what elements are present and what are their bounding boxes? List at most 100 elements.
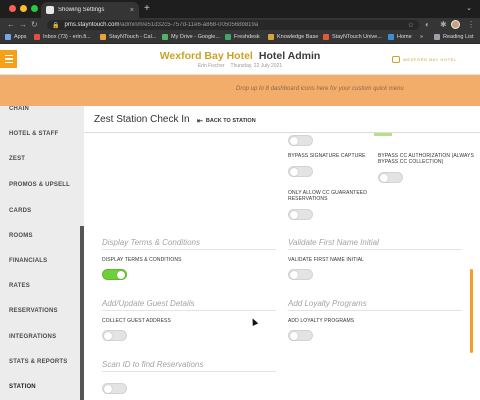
bookmark-university[interactable]: StayNTouch Unive... — [323, 34, 382, 40]
forward-arrow-icon[interactable]: → — [19, 20, 27, 29]
toggle-partial-green — [374, 133, 392, 136]
toggle-knob — [290, 211, 298, 219]
bookmark-apps[interactable]: Apps — [5, 34, 27, 40]
section-guest-details: Add/Update Guest Details — [102, 299, 195, 308]
bookmark-freshdesk[interactable]: Freshdesk — [225, 34, 260, 40]
back-arrow-icon[interactable]: ← — [7, 20, 15, 29]
new-tab-button[interactable]: + — [144, 3, 150, 14]
tab-search-icon[interactable]: ⌄ — [466, 4, 472, 12]
toggle-knob — [104, 332, 112, 340]
logo-text: WEXFORD BAY HOTEL — [403, 57, 457, 62]
user-name: Erin Fischer — [197, 63, 225, 69]
sidebar-item-rates[interactable]: RATES — [0, 283, 80, 289]
browser-tab[interactable]: Showing Settings × — [41, 2, 139, 18]
page-title: Zest Station Check In — [94, 114, 190, 125]
extension-icon[interactable]: ◐ — [425, 20, 430, 29]
bypass-signature-label: BYPASS SIGNATURE CAPTURE — [288, 153, 366, 159]
display-terms-toggle[interactable] — [102, 269, 127, 280]
dropzone-hint: Drop up to 8 dashboard icons here for yo… — [236, 86, 404, 92]
validate-first-name-toggle[interactable] — [288, 269, 313, 280]
header-subtitle: Erin Fischer Thursday, 22 July 2021 — [0, 63, 480, 69]
display-terms-label: DISPLAY TERMS & CONDITIONS — [102, 257, 182, 263]
toggle-knob — [290, 137, 298, 145]
validate-first-name-label: VALIDATE FIRST NAME INITIAL — [288, 257, 365, 263]
sidebar-item-hotel-staff[interactable]: HOTEL & STAFF — [0, 131, 80, 137]
tab-close-icon[interactable]: × — [130, 7, 134, 14]
lock-icon: 🔒 — [52, 22, 60, 29]
sidebar-item-station[interactable]: STATION — [0, 384, 80, 390]
url-path: /admin/h/e51d32c5-757d-11e6-a868-0050568… — [119, 22, 259, 28]
calendar-icon — [100, 34, 106, 40]
section-divider — [102, 310, 276, 311]
scan-id-toggle[interactable] — [102, 383, 127, 394]
hotel-logo: WEXFORD BAY HOTEL — [392, 56, 457, 63]
business-date: Thursday, 22 July 2021 — [230, 63, 283, 69]
only-allow-cc-label: ONLY ALLOW CC GUARANTEED RESERVATIONS — [288, 190, 367, 202]
profile-avatar[interactable] — [451, 20, 460, 29]
sidebar-item-cards[interactable]: CARDS — [0, 208, 80, 214]
extensions-puzzle-icon[interactable]: ✱ — [440, 20, 447, 29]
only-allow-cc-toggle[interactable] — [288, 209, 313, 220]
tab-title: Showing Settings — [58, 7, 105, 13]
window-zoom-button[interactable] — [31, 5, 38, 12]
bookmarks-overflow-icon[interactable]: » — [420, 34, 423, 40]
section-divider — [288, 310, 462, 311]
sidebar-item-stats-reports[interactable]: STATS & REPORTS — [0, 359, 80, 365]
bookmark-knowledge-base[interactable]: Knowledge Base — [268, 34, 318, 40]
sidebar-item-reservations[interactable]: RESERVATIONS — [0, 308, 80, 314]
main-scrollbar[interactable] — [470, 269, 473, 353]
hotel-name: Wexford Bay Hotel — [159, 50, 253, 62]
browser-menu-icon[interactable]: ⋮ — [467, 20, 475, 29]
bookmarks-bar: Apps Inbox (73) - erin.fi... StayNTouch … — [0, 32, 480, 44]
tab-favicon-icon — [46, 6, 54, 14]
back-to-station-link[interactable]: ⇤ BACK TO STATION — [197, 117, 256, 125]
bypass-signature-toggle[interactable] — [288, 166, 313, 177]
collect-guest-address-label: COLLECT GUEST ADDRESS — [102, 318, 171, 324]
toggle-knob — [290, 168, 298, 176]
apps-grid-icon — [5, 34, 11, 40]
toggle-knob — [104, 385, 112, 393]
main-panel: Zest Station Check In ⇤ BACK TO STATION … — [84, 106, 480, 400]
url-bar[interactable]: 🔒 pms.stayntouch.com /admin/h/e51d32c5-7… — [47, 20, 419, 30]
bookmark-inbox[interactable]: Inbox (73) - erin.fi... — [34, 34, 91, 40]
add-loyalty-programs-label: ADD LOYALTY PROGRAMS — [288, 318, 355, 324]
bypass-cc-auth-toggle[interactable] — [378, 172, 403, 183]
window-minimize-button[interactable] — [20, 5, 27, 12]
hotel-crest-icon — [392, 56, 400, 63]
reload-icon[interactable]: ↻ — [31, 20, 38, 29]
section-divider — [102, 371, 276, 372]
quick-menu-dropzone[interactable]: Drop up to 8 dashboard icons here for yo… — [0, 75, 480, 106]
app-header: Wexford Bay Hotel Hotel Admin Erin Fische… — [0, 44, 480, 75]
sidebar: CHAIN HOTEL & STAFF ZEST PROMOS & UPSELL… — [0, 106, 84, 400]
sidebar-item-financials[interactable]: FINANCIALS — [0, 258, 80, 264]
bypass-cc-auth-label: BYPASS CC AUTHORIZATION (ALWAYS BYPASS C… — [378, 153, 474, 165]
toggle-knob — [380, 174, 388, 182]
window-close-button[interactable] — [9, 5, 16, 12]
gmail-icon — [34, 34, 40, 40]
bookmark-star-icon[interactable]: ☆ — [408, 21, 414, 29]
section-loyalty-programs: Add Loyalty Programs — [288, 299, 367, 308]
reading-list-icon — [434, 34, 440, 40]
toggle-knob — [290, 271, 298, 279]
back-label: BACK TO STATION — [205, 118, 256, 124]
sidebar-item-integrations[interactable]: INTEGRATIONS — [0, 334, 80, 340]
section-divider — [288, 249, 462, 250]
collect-guest-address-toggle[interactable] — [102, 330, 127, 341]
sidebar-item-promos-upsell[interactable]: PROMOS & UPSELL — [0, 182, 80, 188]
section-display-terms: Display Terms & Conditions — [102, 238, 200, 247]
sidebar-item-chain[interactable]: CHAIN — [0, 106, 80, 112]
reading-list[interactable]: Reading List — [434, 34, 474, 40]
freshdesk-icon — [225, 34, 231, 40]
sidebar-item-rooms[interactable]: ROOMS — [0, 233, 80, 239]
sidebar-item-zest[interactable]: ZEST — [0, 156, 80, 162]
toggle-partial-top[interactable] — [288, 135, 313, 146]
admin-label: Hotel Admin — [258, 50, 321, 62]
bookmark-home[interactable]: Home — [388, 34, 412, 40]
bookmark-drive[interactable]: My Drive - Google... — [162, 34, 220, 40]
add-loyalty-programs-toggle[interactable] — [288, 330, 313, 341]
back-arrow-icon: ⇤ — [197, 118, 203, 125]
url-host: pms.stayntouch.com — [64, 22, 120, 28]
address-toolbar: ← → ↻ 🔒 pms.stayntouch.com /admin/h/e51d… — [0, 18, 480, 32]
toggle-knob — [117, 271, 125, 279]
bookmark-calendar[interactable]: StayNTouch - Cal... — [100, 34, 156, 40]
